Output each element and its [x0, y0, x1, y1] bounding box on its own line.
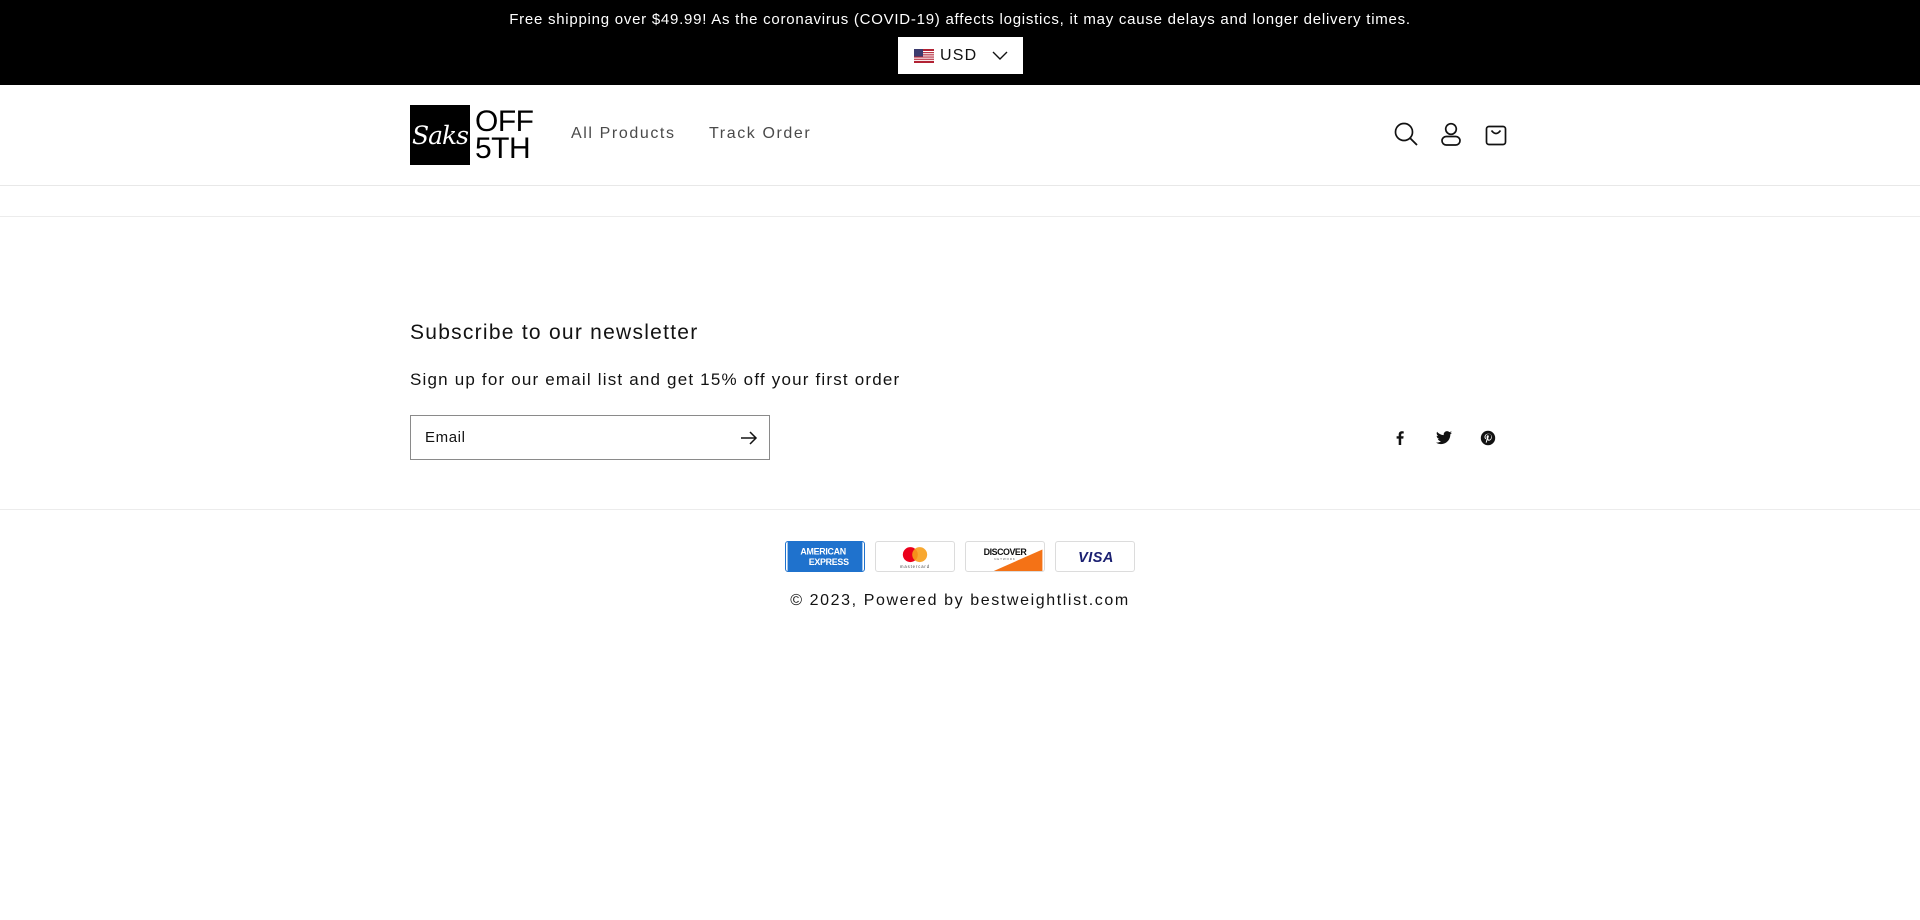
logo-line-2: 5TH	[475, 132, 531, 165]
newsletter-form	[410, 415, 770, 460]
newsletter-heading: Subscribe to our newsletter	[410, 321, 699, 344]
newsletter-subtext: Sign up for our email list and get 15% o…	[410, 370, 901, 389]
email-field[interactable]	[411, 416, 721, 459]
copyright-prefix: © 2023,	[790, 592, 864, 609]
site-logo[interactable]: Saks OFF 5TH	[410, 105, 534, 165]
mastercard-icon: mastercard	[875, 541, 955, 572]
divider	[0, 216, 1920, 217]
announcement-bar: Free shipping over $49.99! As the corona…	[0, 0, 1920, 85]
payment-icons: AMERICAN EXPRESS mastercard DISCOVER NET…	[785, 541, 1135, 572]
discover-label: DISCOVER	[984, 547, 1028, 557]
divider	[0, 509, 1920, 510]
account-icon[interactable]	[1438, 121, 1464, 147]
logo-mark: Saks	[410, 105, 470, 165]
visa-label: VISA	[1078, 550, 1114, 566]
copyright: © 2023, Powered by bestweightlist.com	[0, 592, 1920, 610]
mastercard-label: mastercard	[900, 564, 930, 569]
arrow-right-icon[interactable]	[739, 428, 759, 448]
discover-sublabel: NETWORK	[994, 557, 1016, 561]
powered-by-link[interactable]: Powered by bestweightlist.com	[864, 592, 1130, 609]
nav-all-products[interactable]: All Products	[571, 125, 676, 143]
pinterest-icon[interactable]	[1478, 428, 1498, 448]
chevron-down-icon	[992, 51, 1008, 60]
logo-line-1: OFF	[475, 105, 534, 138]
nav-track-order[interactable]: Track Order	[709, 125, 811, 143]
site-header: Saks OFF 5TH All Products Track Order	[0, 85, 1920, 186]
search-icon[interactable]	[1393, 121, 1419, 147]
american-express-icon: AMERICAN EXPRESS	[785, 541, 865, 572]
discover-icon: DISCOVER NETWORK	[965, 541, 1045, 572]
currency-label: USD	[940, 46, 978, 64]
us-flag-icon	[914, 48, 934, 63]
currency-selector[interactable]: USD	[898, 37, 1023, 74]
announcement-text: Free shipping over $49.99! As the corona…	[509, 11, 1411, 28]
amex-line-2: EXPRESS	[809, 557, 849, 567]
cart-icon[interactable]	[1483, 121, 1509, 147]
logo-wordmark: OFF 5TH	[475, 105, 534, 165]
amex-line-1: AMERICAN	[800, 547, 846, 557]
twitter-icon[interactable]	[1434, 428, 1454, 448]
facebook-icon[interactable]	[1390, 428, 1410, 448]
visa-icon: VISA	[1055, 541, 1135, 572]
